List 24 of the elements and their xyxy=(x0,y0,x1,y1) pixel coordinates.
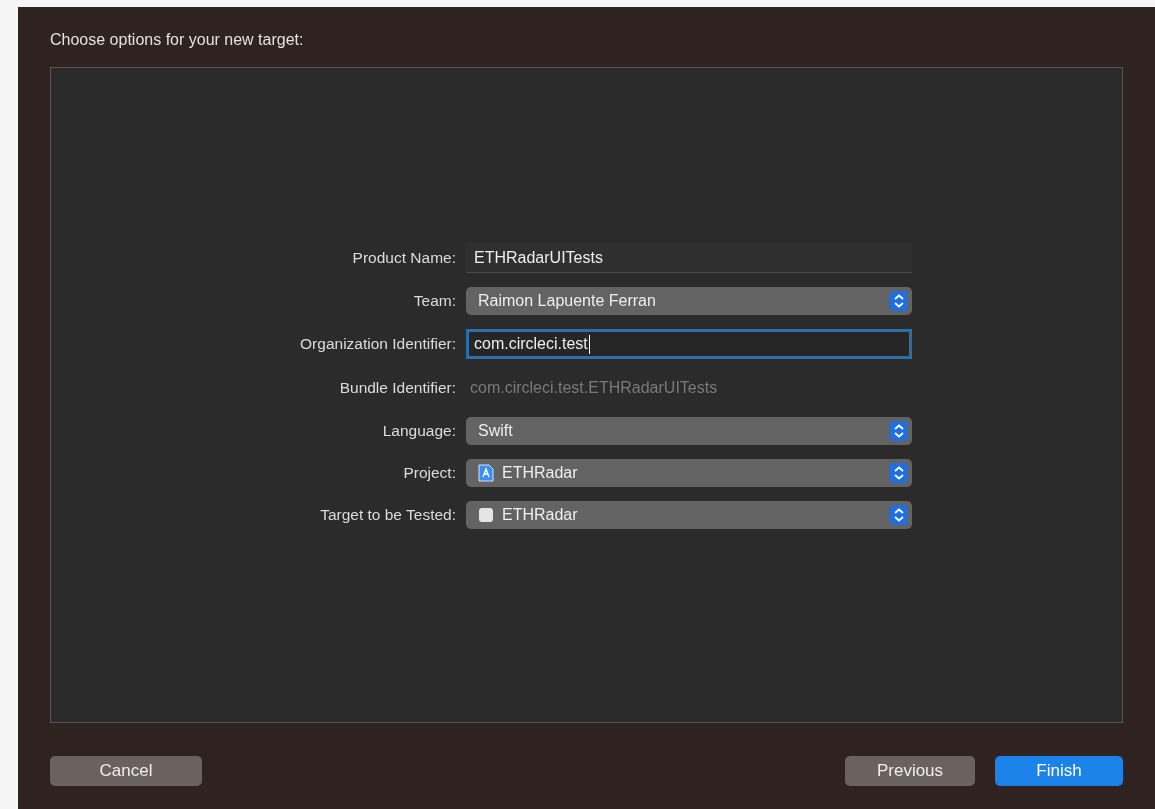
field-label: Target to be Tested: xyxy=(320,506,456,524)
popup-button[interactable]: Swift xyxy=(466,417,912,445)
dialog-title: Choose options for your new target: xyxy=(50,30,305,50)
popup-button[interactable]: ETHRadar xyxy=(466,501,912,529)
popup-button[interactable]: ETHRadar xyxy=(466,459,912,487)
field-label: Bundle Identifier: xyxy=(339,379,456,397)
stepper-icon[interactable] xyxy=(890,421,908,441)
dialog-button[interactable]: Cancel xyxy=(50,756,202,786)
stepper-icon[interactable] xyxy=(890,463,908,483)
field-label: Product Name: xyxy=(352,249,456,267)
field-label: Team: xyxy=(413,292,456,310)
text-field[interactable]: com.circleci.test xyxy=(466,329,912,359)
popup-button[interactable]: Raimon Lapuente Ferran xyxy=(466,287,912,315)
stepper-icon[interactable] xyxy=(890,505,908,525)
field-label: Organization Identifier: xyxy=(300,335,456,353)
dialog-button[interactable]: Previous xyxy=(845,756,975,786)
field-label: Language: xyxy=(382,422,456,440)
default-button[interactable]: Finish xyxy=(995,756,1123,786)
field-label: Project: xyxy=(403,464,456,482)
document-icon xyxy=(478,464,494,482)
bundle-identifier-value: com.circleci.test.ETHRadarUITests xyxy=(470,379,718,397)
text-field[interactable]: ETHRadarUITests xyxy=(466,243,912,273)
stepper-icon[interactable] xyxy=(890,291,908,311)
square-icon xyxy=(478,506,494,524)
